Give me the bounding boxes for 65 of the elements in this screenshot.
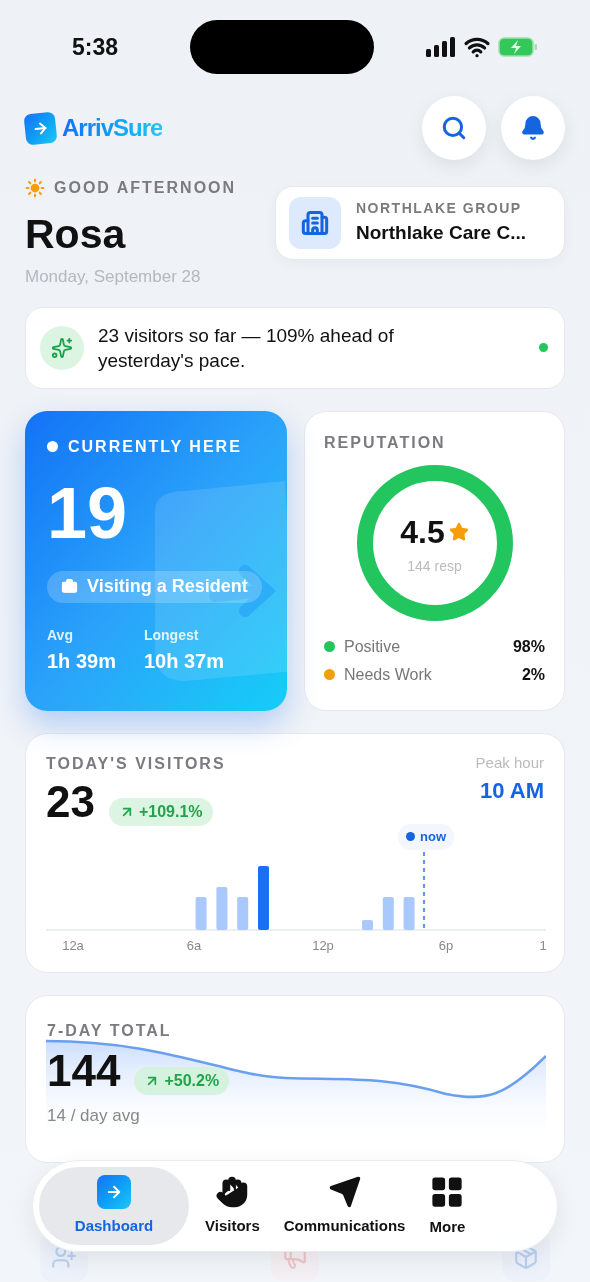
currently-here-card[interactable]: CURRENTLY HERE 19 Visiting a Resident Avg 1h 39m Longest 10h 37m [25, 410, 287, 711]
legend-label: Needs Work [344, 664, 433, 685]
reputation-card[interactable]: REPUTATION 4.5 144 resp Positive 98% Needs Work 2% [304, 410, 565, 711]
organization-name: Northlake Care C... [356, 221, 526, 246]
tab[interactable]: Communications [275, 1167, 414, 1245]
visitor-count: 23 [46, 775, 95, 828]
card-title: REPUTATION [324, 432, 447, 453]
hand-icon [215, 1174, 250, 1209]
seven-day-card[interactable]: 7-DAY TOTAL 144 +50.2% 14 / day avg [25, 994, 565, 1163]
weekly-count: 144 [47, 1044, 121, 1097]
card-title: TODAY'S VISITORS [46, 753, 226, 774]
todays-visitors-card[interactable]: TODAY'S VISITORS 23 +109.1% Peak hour 10 AM now 12a 6a 12p 6p 1 [25, 732, 565, 973]
axis-label: 1 [539, 936, 547, 955]
axis-label: 12a [62, 936, 84, 955]
card-title: 7-DAY TOTAL [47, 1020, 173, 1041]
logo-icon [23, 110, 58, 146]
axis-label: 6p [438, 936, 454, 955]
chart-bar [258, 865, 269, 930]
chart-bar [216, 886, 228, 930]
tab[interactable]: More [413, 1167, 482, 1245]
user-name: Rosa [25, 210, 127, 258]
peak-label: Peak hour [475, 752, 544, 773]
status-time: 5:38 [72, 32, 120, 62]
daily-average: 14 / day avg [47, 1104, 141, 1127]
search-icon [441, 115, 467, 141]
organization-card[interactable]: NORTHLAKE GROUP Northlake Care C... [275, 186, 565, 260]
star-icon [448, 522, 469, 542]
stat-value: 1h 39m [47, 648, 116, 674]
chart-bar [362, 919, 373, 930]
stat-label: Avg [47, 625, 74, 645]
now-label: now [420, 827, 446, 846]
date-text: Monday, September 28 [25, 266, 202, 288]
chart-bar [195, 896, 207, 930]
bell-icon [520, 115, 546, 141]
tab[interactable]: Dashboard [39, 1167, 189, 1245]
change-text: +50.2% [164, 1070, 220, 1091]
stat-value: 10h 37m [143, 648, 224, 674]
insight-text: 23 visitors so far — 109% ahead of yesterday's pace. [98, 323, 395, 373]
current-count: 19 [47, 472, 129, 553]
purpose-text: Visiting a Resident [87, 575, 248, 598]
rating-value: 4.5 [400, 513, 445, 552]
tab[interactable]: Visitors [189, 1167, 276, 1245]
battery-icon [498, 37, 538, 57]
chart-bar [403, 896, 415, 930]
briefcase-icon [61, 578, 78, 595]
chart-bar [237, 896, 249, 930]
greeting-label: GOOD AFTERNOON [54, 178, 237, 198]
paper-plane-icon [327, 1174, 362, 1209]
legend-value: 98% [512, 636, 545, 657]
signal-icon [426, 37, 456, 57]
axis-label: 12p [312, 936, 334, 955]
response-count: 144 resp [407, 557, 462, 576]
card-title: CURRENTLY HERE [68, 436, 242, 457]
legend-value: 2% [521, 664, 545, 685]
organization-group: NORTHLAKE GROUP [356, 198, 526, 220]
change-text: +109.1% [138, 801, 203, 822]
sparkles-icon [40, 325, 84, 370]
axis-label: 6a [186, 936, 202, 955]
legend-label: Positive [344, 636, 402, 657]
sun-icon [25, 178, 45, 198]
peak-value: 10 AM [480, 777, 544, 805]
chart-bar [382, 896, 394, 930]
stat-label: Longest [143, 625, 200, 645]
building-icon [289, 197, 341, 249]
arrow-tile-icon [97, 1174, 131, 1209]
